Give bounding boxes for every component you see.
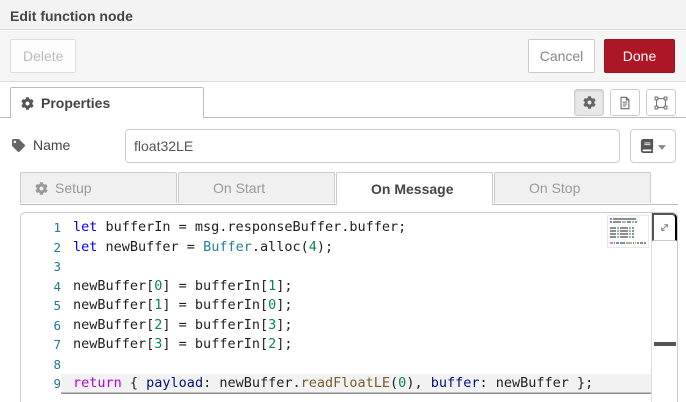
line-number: 4	[53, 278, 61, 294]
code-line: 9 return { payload: newBuffer.readFloatLE…	[21, 374, 651, 394]
code-text: newBuffer[2] = bufferIn[3];	[73, 316, 293, 333]
code-text: newBuffer[3] = bufferIn[2];	[73, 336, 293, 352]
delete-button[interactable]: Delete	[10, 39, 77, 73]
name-label: Name	[33, 137, 71, 153]
code-line: 8	[21, 355, 651, 375]
tab-setup[interactable]: Setup	[20, 172, 177, 203]
tab-properties[interactable]: Properties	[10, 87, 204, 118]
chevron-down-icon	[658, 144, 666, 150]
code-text: newBuffer[0] = bufferIn[1];	[73, 277, 293, 294]
code-text: let bufferIn = msg.responseBuffer.buffer…	[73, 219, 407, 235]
tab-on-stop[interactable]: On Stop	[494, 172, 651, 203]
frame-icon	[654, 96, 668, 110]
node-description-button[interactable]	[610, 89, 640, 116]
book-icon	[640, 139, 654, 153]
tray-toolbar: Delete Cancel Done	[0, 31, 686, 82]
code-line: 3	[21, 257, 651, 277]
line-number: 7	[53, 337, 61, 352]
scrollbar-marker[interactable]	[654, 342, 676, 346]
line-number: 2	[53, 239, 61, 255]
code-line: 2 let newBuffer = Buffer.alloc(4);	[21, 238, 651, 258]
line-number: 8	[53, 356, 61, 372]
code-lines[interactable]: 1 let bufferIn = msg.responseBuffer.buffe…	[21, 213, 651, 402]
name-label-group: Name	[12, 137, 70, 153]
code-line: 6 newBuffer[2] = bufferIn[3];	[21, 316, 651, 336]
minimap[interactable]	[607, 215, 649, 248]
cancel-button[interactable]: Cancel	[528, 39, 595, 73]
code-line: 4 newBuffer[0] = bufferIn[1];	[21, 277, 651, 297]
tab-label: Setup	[55, 180, 92, 196]
editor-tabs: Setup On Start On Message On Stop	[20, 172, 678, 205]
dialog-title: Edit function node	[10, 8, 133, 24]
node-settings-button[interactable]	[574, 89, 604, 116]
name-row: Name	[10, 129, 676, 163]
code-text: return { payload: newBuffer.readFloatLE(…	[61, 374, 651, 394]
line-number: 3	[53, 259, 61, 274]
node-appearance-button[interactable]	[646, 89, 676, 116]
line-number: 9	[53, 376, 61, 391]
expand-icon	[658, 221, 671, 234]
code-editor[interactable]: 1 let bufferIn = msg.responseBuffer.buffe…	[20, 212, 678, 402]
tab-label: On Stop	[529, 180, 581, 196]
tag-icon	[12, 138, 25, 152]
gear-icon	[35, 181, 48, 195]
code-line: 1 let bufferIn = msg.responseBuffer.buffe…	[21, 218, 651, 238]
tab-on-start[interactable]: On Start	[178, 172, 335, 203]
properties-toolbar-buttons	[574, 89, 676, 116]
dialog-header: Edit function node	[0, 0, 686, 30]
code-text: let newBuffer = Buffer.alloc(4);	[73, 238, 334, 255]
done-button[interactable]: Done	[604, 39, 675, 73]
properties-tab-label: Properties	[41, 95, 111, 111]
gear-icon	[21, 96, 34, 110]
code-line: 7 newBuffer[3] = bufferIn[2];	[21, 335, 651, 355]
properties-bar: Properties	[0, 82, 686, 118]
edit-function-node-dialog: Edit function node Delete Cancel Done Pr…	[0, 0, 686, 402]
library-button[interactable]	[630, 129, 676, 163]
tab-label: On Start	[213, 180, 266, 196]
tab-on-message[interactable]: On Message	[336, 172, 493, 205]
line-number: 6	[53, 317, 61, 333]
gear-icon	[582, 96, 596, 109]
line-number: 5	[53, 298, 61, 313]
code-text: newBuffer[1] = bufferIn[0];	[73, 297, 293, 313]
document-icon	[618, 96, 632, 110]
code-line: 5 newBuffer[1] = bufferIn[0];	[21, 296, 651, 316]
tab-label: On Message	[371, 181, 454, 197]
name-input[interactable]	[125, 129, 620, 163]
editor-scrollbar-rail[interactable]	[651, 213, 677, 402]
expand-editor-button[interactable]	[652, 213, 677, 241]
line-number: 1	[53, 220, 61, 235]
